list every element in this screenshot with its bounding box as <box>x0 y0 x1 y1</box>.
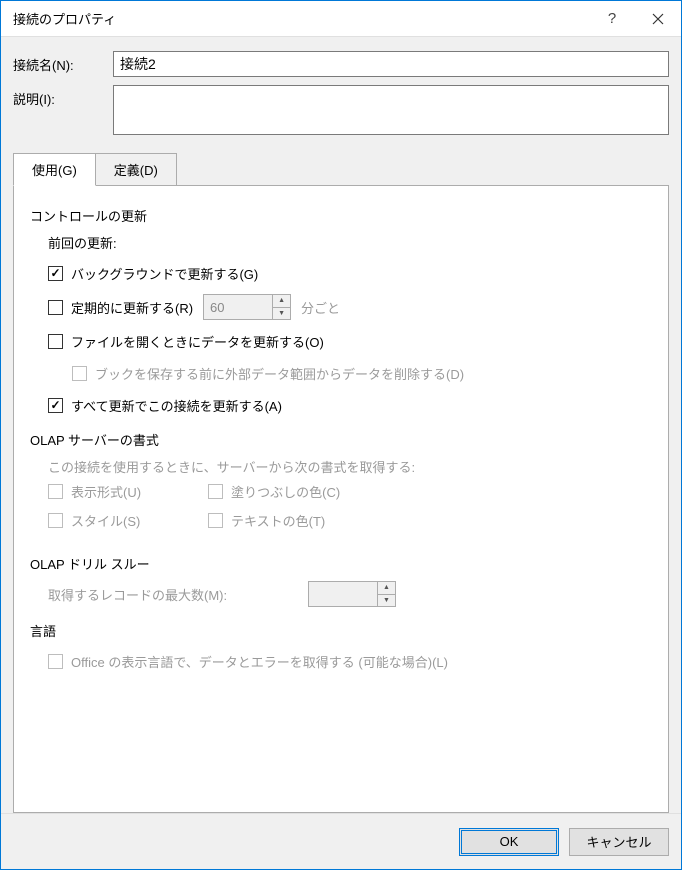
tab-usage[interactable]: 使用(G) <box>13 153 96 186</box>
office-language-label: Office の表示言語で、データとエラーを取得する (可能な場合)(L) <box>71 652 448 671</box>
style-label: スタイル(S) <box>71 511 140 530</box>
text-color-label: テキストの色(T) <box>231 511 325 530</box>
dialog-title: 接続のプロパティ <box>13 9 589 28</box>
description-label: 説明(I): <box>13 85 113 108</box>
office-language-checkbox <box>48 654 63 669</box>
close-button[interactable] <box>635 1 681 37</box>
section-refresh-control: コントロールの更新 <box>30 206 652 225</box>
spinner-up-icon: ▲ <box>378 582 395 595</box>
refresh-control-body: 前回の更新: バックグラウンドで更新する(G) 定期的に更新する(R) ▲ ▼ <box>30 233 652 416</box>
refresh-on-open-row: ファイルを開くときにデータを更新する(O) <box>48 330 652 352</box>
periodic-unit-label: 分ごと <box>301 298 340 317</box>
refresh-all-this-conn-label: すべて更新でこの接続を更新する(A) <box>71 396 282 415</box>
description-input[interactable] <box>113 85 669 135</box>
remove-data-on-save-checkbox <box>72 366 87 381</box>
refresh-all-this-conn-checkbox[interactable] <box>48 398 63 413</box>
dialog-footer: OK キャンセル <box>1 813 681 869</box>
connection-name-input[interactable] <box>113 51 669 77</box>
language-body: Office の表示言語で、データとエラーを取得する (可能な場合)(L) <box>30 650 652 672</box>
periodic-refresh-checkbox[interactable] <box>48 300 63 315</box>
background-refresh-checkbox[interactable] <box>48 266 63 281</box>
section-olap-format: OLAP サーバーの書式 <box>30 430 652 449</box>
remove-data-on-save-label: ブックを保存する前に外部データ範囲からデータを削除する(D) <box>95 364 464 383</box>
tabs-header: 使用(G) 定義(D) <box>13 153 669 186</box>
fill-color-label: 塗りつぶしの色(C) <box>231 482 340 501</box>
close-icon <box>652 13 664 25</box>
help-icon: ? <box>608 10 616 27</box>
titlebar: 接続のプロパティ ? <box>1 1 681 37</box>
olap-format-body: この接続を使用するときに、サーバーから次の書式を取得する: 表示形式(U) 塗り… <box>30 457 652 540</box>
fill-color-checkbox <box>208 484 223 499</box>
tab-panel-usage: コントロールの更新 前回の更新: バックグラウンドで更新する(G) 定期的に更新… <box>13 185 669 813</box>
tab-definition[interactable]: 定義(D) <box>95 153 177 186</box>
background-refresh-row: バックグラウンドで更新する(G) <box>48 262 652 284</box>
connection-name-row: 接続名(N): <box>13 51 669 77</box>
style-checkbox <box>48 513 63 528</box>
section-language: 言語 <box>30 621 652 640</box>
max-records-input <box>309 582 377 606</box>
spinner-arrows: ▲ ▼ <box>272 295 290 319</box>
ok-button[interactable]: OK <box>459 828 559 856</box>
max-records-spinner: ▲ ▼ <box>308 581 396 607</box>
refresh-on-open-label: ファイルを開くときにデータを更新する(O) <box>71 332 324 351</box>
olap-format-grid: 表示形式(U) 塗りつぶしの色(C) スタイル(S) <box>48 482 652 540</box>
description-row: 説明(I): <box>13 85 669 135</box>
number-format-checkbox <box>48 484 63 499</box>
remove-data-on-save-row: ブックを保存する前に外部データ範囲からデータを削除する(D) <box>48 362 652 384</box>
periodic-minutes-input <box>204 295 272 319</box>
periodic-minutes-spinner[interactable]: ▲ ▼ <box>203 294 291 320</box>
office-language-row: Office の表示言語で、データとエラーを取得する (可能な場合)(L) <box>48 650 652 672</box>
cancel-button[interactable]: キャンセル <box>569 828 669 856</box>
spinner-down-icon: ▼ <box>378 595 395 607</box>
number-format-label: 表示形式(U) <box>71 482 141 501</box>
tabs: 使用(G) 定義(D) コントロールの更新 前回の更新: バックグラウンドで更新… <box>13 153 669 813</box>
dialog-content: 接続名(N): 説明(I): 使用(G) 定義(D) コントロールの更新 前回の… <box>1 37 681 813</box>
periodic-refresh-label: 定期的に更新する(R) <box>71 298 193 317</box>
periodic-refresh-row: 定期的に更新する(R) ▲ ▼ 分ごと <box>48 294 652 320</box>
max-records-label: 取得するレコードの最大数(M): <box>48 585 298 604</box>
olap-format-desc: この接続を使用するときに、サーバーから次の書式を取得する: <box>48 457 652 476</box>
refresh-all-this-conn-row: すべて更新でこの接続を更新する(A) <box>48 394 652 416</box>
spinner-down-icon[interactable]: ▼ <box>273 308 290 320</box>
help-button[interactable]: ? <box>589 1 635 37</box>
background-refresh-label: バックグラウンドで更新する(G) <box>71 264 258 283</box>
connection-name-label: 接続名(N): <box>13 51 113 74</box>
refresh-on-open-checkbox[interactable] <box>48 334 63 349</box>
spinner-arrows: ▲ ▼ <box>377 582 395 606</box>
spinner-up-icon[interactable]: ▲ <box>273 295 290 308</box>
max-records-row: 取得するレコードの最大数(M): ▲ ▼ <box>48 581 652 607</box>
olap-drill-body: 取得するレコードの最大数(M): ▲ ▼ <box>30 581 652 607</box>
last-refresh-label: 前回の更新: <box>48 233 652 252</box>
text-color-checkbox <box>208 513 223 528</box>
dialog-window: 接続のプロパティ ? 接続名(N): 説明(I): 使用(G) 定義(D) コン… <box>0 0 682 870</box>
section-olap-drill: OLAP ドリル スルー <box>30 554 652 573</box>
